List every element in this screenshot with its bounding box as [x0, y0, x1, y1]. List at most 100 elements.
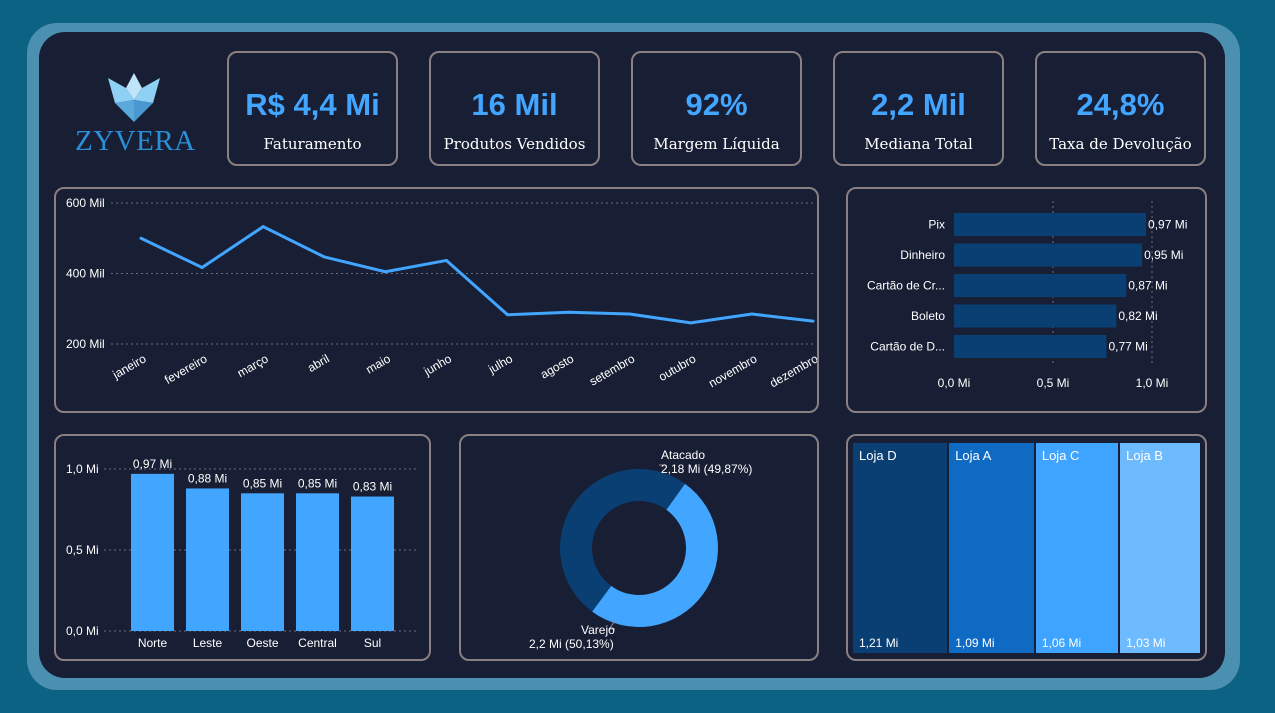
x-tick-label: janeiro [109, 351, 148, 382]
treemap-tile[interactable]: Loja D 1,21 Mi [853, 443, 950, 653]
data-label: 0,88 Mi [188, 471, 227, 485]
x-tick-label: novembro [706, 351, 759, 390]
x-tick-label: fevereiro [162, 351, 210, 387]
kpi-label: Mediana Total [864, 135, 973, 153]
category-label: Cartão de Cr... [867, 279, 945, 293]
x-tick-label: julho [485, 351, 515, 376]
kpi-value: R$ 4,4 Mi [245, 87, 380, 122]
tile-name: Loja C [1041, 448, 1080, 463]
kpi-card-margem-liquida[interactable]: 92% Margem Líquida [631, 51, 802, 166]
tile-value: 1,21 Mi [859, 636, 899, 650]
payment-bar [954, 274, 1127, 297]
region-bar [296, 493, 339, 631]
payment-bar [954, 213, 1147, 236]
tile-name: Loja B [1126, 448, 1163, 463]
x-tick-label: Norte [138, 636, 168, 650]
data-point [750, 312, 754, 316]
y-tick-label: 600 Mil [66, 196, 105, 210]
region-bar [351, 496, 394, 631]
data-point [689, 321, 693, 325]
x-tick-label: 1,0 Mi [1136, 376, 1169, 390]
data-label: 0,97 Mi [133, 457, 172, 471]
kpi-value: 24,8% [1076, 87, 1165, 122]
payment-bar [954, 243, 1143, 267]
x-tick-label: junho [421, 351, 455, 378]
line-chart-card[interactable]: 600 Mil 400 Mil 200 Mil janeiro fevereiro mar… [54, 187, 819, 413]
x-tick-label: 0,0 Mi [938, 376, 971, 390]
channel-donut-chart[interactable]: Atacado2,18 Mi (49,87%) Varejo2,2 Mi (50,… [461, 436, 817, 659]
data-point [811, 319, 815, 323]
x-tick-label: dezembro [767, 351, 817, 390]
x-tick-label: 0,5 Mi [1037, 376, 1070, 390]
data-label: 0,85 Mi [298, 476, 337, 490]
data-label: 0,83 Mi [353, 480, 392, 494]
region-column-chart[interactable]: 1,0 Mi 0,5 Mi 0,0 Mi 0,97 Mi Norte 0,88 Mi Les… [56, 436, 429, 659]
brand-logo: ZYVERA [75, 70, 196, 160]
x-tick-label: Sul [364, 636, 381, 650]
data-point [567, 310, 571, 314]
y-tick-label: 0,0 Mi [66, 624, 99, 638]
treemap-tile[interactable]: Loja C 1,06 Mi [1035, 443, 1121, 653]
data-point [444, 258, 448, 262]
x-tick-label: abril [305, 351, 332, 374]
kpi-label: Produtos Vendidos [443, 135, 586, 153]
data-label: 0,82 Mi [1118, 309, 1157, 323]
x-tick-label: agosto [538, 351, 576, 381]
atacado-value-label: 2,18 Mi (49,87%) [661, 462, 752, 476]
data-point [139, 236, 143, 240]
varejo-value-label: 2,2 Mi (50,13%) [529, 637, 614, 651]
brand-name: ZYVERA [75, 125, 196, 157]
data-point [506, 313, 510, 317]
y-tick-label: 0,5 Mi [66, 543, 99, 557]
tile-value: 1,09 Mi [955, 636, 995, 650]
kpi-card-mediana-total[interactable]: 2,2 Mil Mediana Total [833, 51, 1004, 166]
data-point [200, 266, 204, 270]
region-bar [186, 488, 229, 631]
crystal-logo-icon [108, 73, 160, 122]
treemap-tile[interactable]: Loja A 1,09 Mi [949, 443, 1036, 653]
x-tick-label: setembro [587, 351, 638, 388]
kpi-value: 92% [685, 87, 748, 122]
x-tick-label: Oeste [246, 636, 278, 650]
channel-donut-card[interactable]: Atacado 2,18 Mi (49,87%) Varejo 2,2 Mi (50,… [459, 434, 819, 661]
data-label: 0,77 Mi [1108, 340, 1147, 354]
data-label: 0,85 Mi [243, 476, 282, 490]
kpi-label: Margem Líquida [653, 135, 780, 153]
x-tick-label: março [235, 351, 271, 380]
data-point [383, 270, 387, 274]
varejo-label: Varejo [581, 623, 615, 637]
tile-value: 1,03 Mi [1126, 636, 1166, 650]
kpi-value: 16 Mil [471, 87, 558, 122]
kpi-card-produtos-vendidos[interactable]: 16 Mil Produtos Vendidos [429, 51, 600, 166]
x-tick-label: Leste [193, 636, 223, 650]
category-label: Boleto [911, 309, 945, 323]
atacado-label: Atacado [661, 448, 705, 462]
kpi-card-taxa-devolucao[interactable]: 24,8% Taxa de Devolução [1035, 51, 1206, 166]
region-bar [241, 493, 284, 631]
kpi-label: Faturamento [263, 135, 362, 153]
region-bar [131, 473, 174, 631]
x-tick-label: maio [363, 351, 393, 376]
store-treemap-card[interactable]: Loja D 1,21 Mi Loja A 1,09 Mi Loja C 1,06 Mi L… [846, 434, 1207, 661]
data-label: 0,95 Mi [1144, 248, 1183, 262]
payment-bar [954, 335, 1107, 358]
data-label: 0,87 Mi [1128, 279, 1167, 293]
y-tick-label: 200 Mil [66, 337, 105, 351]
data-point [322, 255, 326, 259]
category-label: Dinheiro [900, 248, 945, 262]
region-chart-card[interactable]: 1,0 Mi 0,5 Mi 0,0 Mi 0,97 Mi Norte 0,88 Mi Les… [54, 434, 431, 661]
treemap-tile[interactable]: Loja B 1,03 Mi [1120, 443, 1202, 653]
payment-method-chart-card[interactable]: 0,0 Mi 0,5 Mi 1,0 Mi Pix 0,97 Mi Dinheiro 0,95… [846, 187, 1207, 413]
kpi-card-faturamento[interactable]: R$ 4,4 Mi Faturamento [227, 51, 398, 166]
monthly-revenue-line-chart[interactable]: 600 Mil 400 Mil 200 Mil janeiro fevereiro mar… [56, 189, 817, 411]
payment-method-bar-chart[interactable]: 0,0 Mi 0,5 Mi 1,0 Mi Pix 0,97 Mi Dinheiro 0,95… [848, 189, 1205, 411]
revenue-line [140, 225, 814, 325]
x-tick-label: Central [298, 636, 337, 650]
y-tick-label: 1,0 Mi [66, 462, 99, 476]
category-label: Pix [928, 218, 945, 232]
y-tick-label: 400 Mil [66, 267, 105, 281]
kpi-label: Taxa de Devolução [1049, 135, 1192, 153]
tile-name: Loja A [955, 448, 992, 463]
data-point [261, 225, 265, 229]
store-treemap[interactable]: Loja D 1,21 Mi Loja A 1,09 Mi Loja C 1,06 Mi L… [853, 443, 1202, 653]
